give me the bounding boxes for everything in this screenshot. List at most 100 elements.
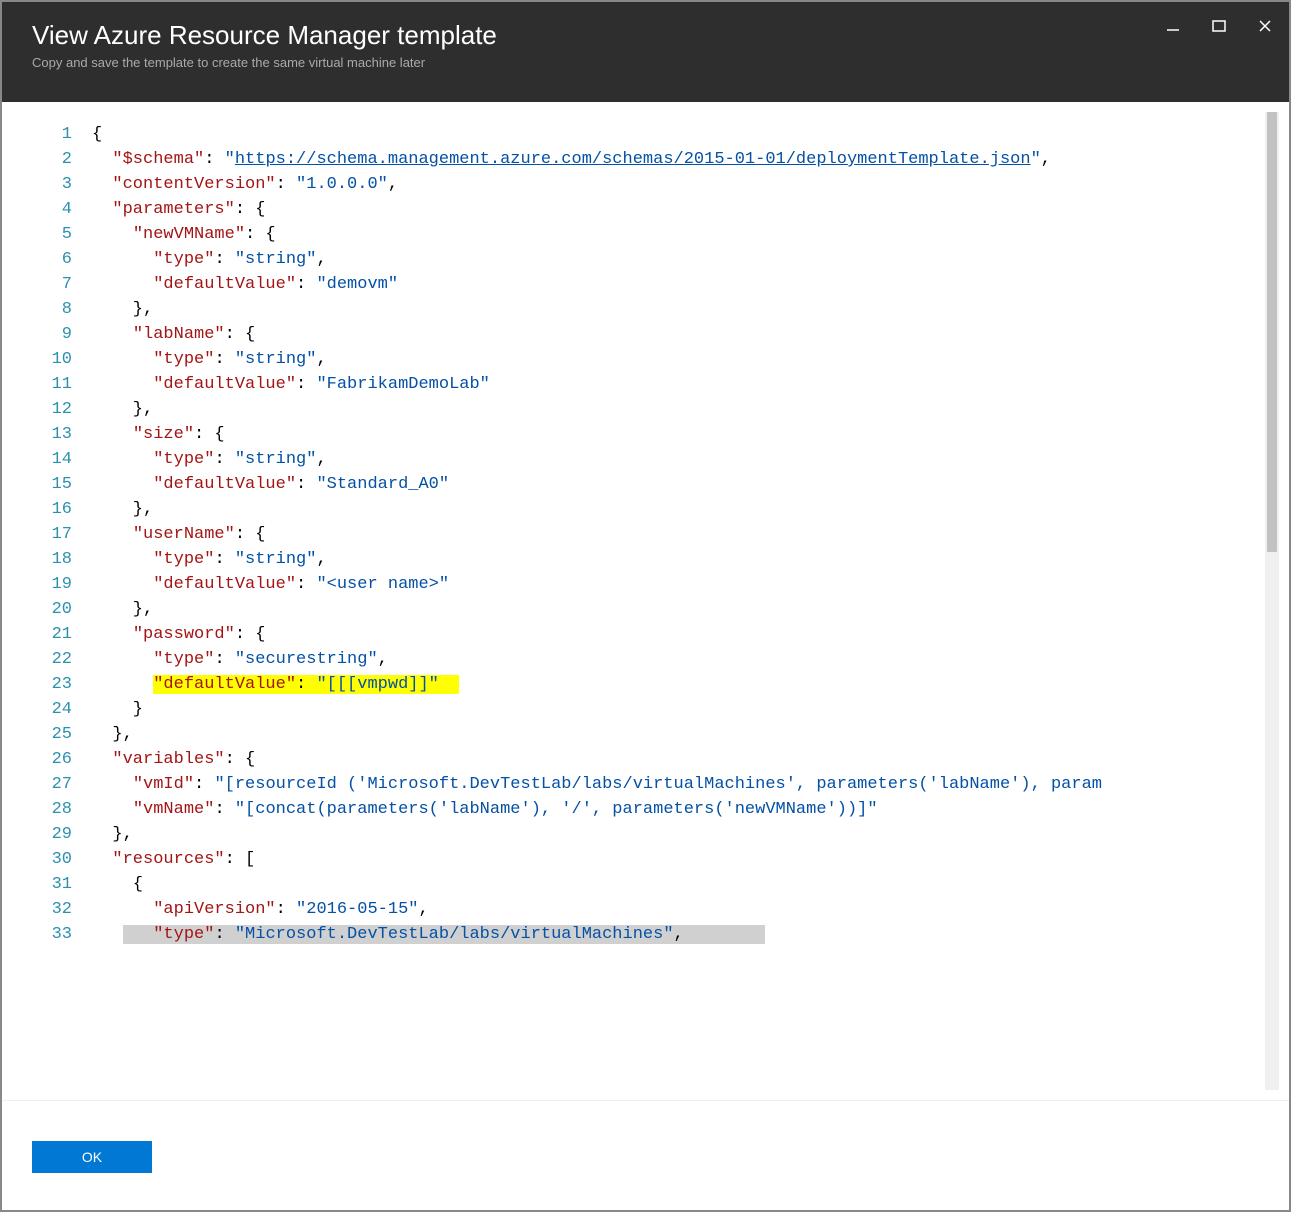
code-line[interactable]: 5 "newVMName": { — [12, 222, 1279, 247]
line-source[interactable]: }, — [92, 597, 1279, 622]
code-line[interactable]: 15 "defaultValue": "Standard_A0" — [12, 472, 1279, 497]
line-source[interactable]: "size": { — [92, 422, 1279, 447]
line-source[interactable]: "defaultValue": "[[[vmpwd]]" — [92, 672, 1279, 697]
ok-button[interactable]: OK — [32, 1141, 152, 1173]
line-source[interactable]: "vmName": "[concat(parameters('labName')… — [92, 797, 1279, 822]
code-line[interactable]: 25 }, — [12, 722, 1279, 747]
line-number: 7 — [12, 272, 92, 297]
code-line[interactable]: 9 "labName": { — [12, 322, 1279, 347]
window-controls — [1163, 16, 1275, 36]
code-line[interactable]: 13 "size": { — [12, 422, 1279, 447]
line-number: 26 — [12, 747, 92, 772]
line-source[interactable]: } — [92, 697, 1279, 722]
line-source[interactable]: "password": { — [92, 622, 1279, 647]
code-editor[interactable]: 1{2 "$schema": "https://schema.managemen… — [12, 112, 1279, 1090]
code-line[interactable]: 7 "defaultValue": "demovm" — [12, 272, 1279, 297]
line-source[interactable]: "type": "string", — [92, 347, 1279, 372]
line-number: 4 — [12, 197, 92, 222]
line-number: 19 — [12, 572, 92, 597]
line-source[interactable]: "$schema": "https://schema.management.az… — [92, 147, 1279, 172]
line-source[interactable]: "contentVersion": "1.0.0.0", — [92, 172, 1279, 197]
line-source[interactable]: "type": "string", — [92, 547, 1279, 572]
line-number: 20 — [12, 597, 92, 622]
line-source[interactable]: "type": "string", — [92, 247, 1279, 272]
line-number: 18 — [12, 547, 92, 572]
line-number: 14 — [12, 447, 92, 472]
line-source[interactable]: "type": "Microsoft.DevTestLab/labs/virtu… — [92, 922, 1279, 947]
line-source[interactable]: "labName": { — [92, 322, 1279, 347]
line-number: 11 — [12, 372, 92, 397]
maximize-icon[interactable] — [1209, 16, 1229, 36]
highlighted-text: "defaultValue": "[[[vmpwd]]" — [153, 675, 459, 694]
line-number: 12 — [12, 397, 92, 422]
selected-text: "type": "Microsoft.DevTestLab/labs/virtu… — [123, 925, 766, 944]
line-source[interactable]: "apiVersion": "2016-05-15", — [92, 897, 1279, 922]
line-source[interactable]: "defaultValue": "Standard_A0" — [92, 472, 1279, 497]
line-source[interactable]: "defaultValue": "<user name>" — [92, 572, 1279, 597]
scrollbar[interactable] — [1265, 112, 1279, 1090]
code-line[interactable]: 2 "$schema": "https://schema.management.… — [12, 147, 1279, 172]
line-number: 27 — [12, 772, 92, 797]
code-line[interactable]: 10 "type": "string", — [12, 347, 1279, 372]
line-source[interactable]: "newVMName": { — [92, 222, 1279, 247]
code-line[interactable]: 28 "vmName": "[concat(parameters('labNam… — [12, 797, 1279, 822]
line-source[interactable]: "defaultValue": "FabrikamDemoLab" — [92, 372, 1279, 397]
line-source[interactable]: "parameters": { — [92, 197, 1279, 222]
code-line[interactable]: 17 "userName": { — [12, 522, 1279, 547]
line-number: 25 — [12, 722, 92, 747]
code-line[interactable]: 24 } — [12, 697, 1279, 722]
code-line[interactable]: 31 { — [12, 872, 1279, 897]
code-line[interactable]: 11 "defaultValue": "FabrikamDemoLab" — [12, 372, 1279, 397]
line-source[interactable]: "userName": { — [92, 522, 1279, 547]
code-line[interactable]: 18 "type": "string", — [12, 547, 1279, 572]
dialog-header: View Azure Resource Manager template Cop… — [2, 2, 1289, 102]
scrollbar-thumb[interactable] — [1267, 112, 1277, 552]
code-line[interactable]: 4 "parameters": { — [12, 197, 1279, 222]
line-source[interactable]: "type": "string", — [92, 447, 1279, 472]
line-number: 13 — [12, 422, 92, 447]
code-line[interactable]: 19 "defaultValue": "<user name>" — [12, 572, 1279, 597]
code-line[interactable]: 1{ — [12, 122, 1279, 147]
code-line[interactable]: 30 "resources": [ — [12, 847, 1279, 872]
line-number: 17 — [12, 522, 92, 547]
line-source[interactable]: }, — [92, 397, 1279, 422]
line-source[interactable]: "resources": [ — [92, 847, 1279, 872]
code-line[interactable]: 14 "type": "string", — [12, 447, 1279, 472]
code-line[interactable]: 21 "password": { — [12, 622, 1279, 647]
minimize-icon[interactable] — [1163, 16, 1183, 36]
code-line[interactable]: 3 "contentVersion": "1.0.0.0", — [12, 172, 1279, 197]
line-number: 8 — [12, 297, 92, 322]
code-line[interactable]: 27 "vmId": "[resourceId ('Microsoft.DevT… — [12, 772, 1279, 797]
line-source[interactable]: }, — [92, 822, 1279, 847]
code-line[interactable]: 26 "variables": { — [12, 747, 1279, 772]
code-line[interactable]: 32 "apiVersion": "2016-05-15", — [12, 897, 1279, 922]
line-source[interactable]: "type": "securestring", — [92, 647, 1279, 672]
line-source[interactable]: }, — [92, 722, 1279, 747]
code-line[interactable]: 20 }, — [12, 597, 1279, 622]
code-line[interactable]: 29 }, — [12, 822, 1279, 847]
line-number: 5 — [12, 222, 92, 247]
code-line[interactable]: 33 "type": "Microsoft.DevTestLab/labs/vi… — [12, 922, 1279, 947]
code-line[interactable]: 22 "type": "securestring", — [12, 647, 1279, 672]
code-line[interactable]: 12 }, — [12, 397, 1279, 422]
line-source[interactable]: "variables": { — [92, 747, 1279, 772]
code-line[interactable]: 23 "defaultValue": "[[[vmpwd]]" — [12, 672, 1279, 697]
line-number: 9 — [12, 322, 92, 347]
code-lines[interactable]: 1{2 "$schema": "https://schema.managemen… — [12, 112, 1279, 957]
line-source[interactable]: }, — [92, 297, 1279, 322]
line-source[interactable]: }, — [92, 497, 1279, 522]
code-line[interactable]: 16 }, — [12, 497, 1279, 522]
line-source[interactable]: "vmId": "[resourceId ('Microsoft.DevTest… — [92, 772, 1279, 797]
line-number: 15 — [12, 472, 92, 497]
code-line[interactable]: 6 "type": "string", — [12, 247, 1279, 272]
line-number: 29 — [12, 822, 92, 847]
line-number: 33 — [12, 922, 92, 947]
schema-link[interactable]: https://schema.management.azure.com/sche… — [235, 150, 1031, 169]
line-source[interactable]: { — [92, 122, 1279, 147]
code-line[interactable]: 8 }, — [12, 297, 1279, 322]
line-number: 28 — [12, 797, 92, 822]
close-icon[interactable] — [1255, 16, 1275, 36]
line-number: 24 — [12, 697, 92, 722]
line-source[interactable]: { — [92, 872, 1279, 897]
line-source[interactable]: "defaultValue": "demovm" — [92, 272, 1279, 297]
